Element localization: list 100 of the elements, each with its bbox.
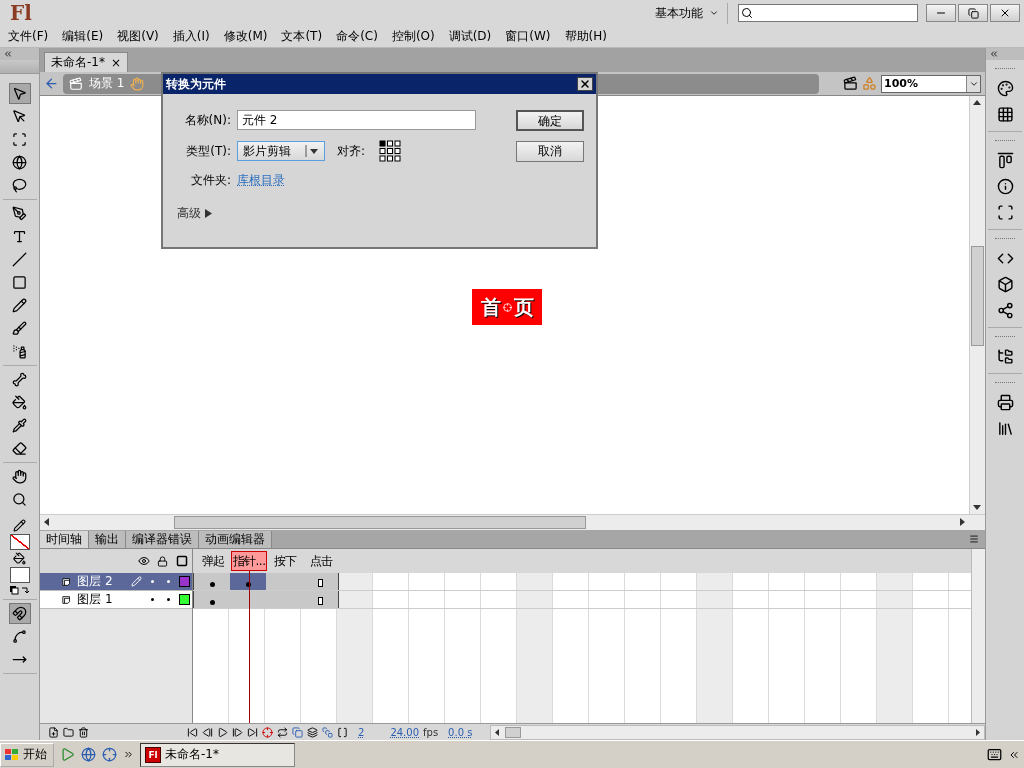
start-button[interactable]: 开始 — [0, 742, 54, 767]
panel-collapse-bar[interactable] — [986, 48, 1024, 60]
name-input[interactable]: 元件 2 — [237, 110, 476, 130]
restore-button[interactable] — [958, 4, 988, 22]
frame-cell[interactable] — [230, 573, 266, 590]
center-frame-icon[interactable] — [262, 726, 273, 738]
panel-tab[interactable]: 时间轴 — [40, 531, 89, 548]
frame-cell[interactable] — [302, 591, 338, 608]
ok-button[interactable]: 确定 — [516, 110, 584, 131]
type-dropdown[interactable]: 影片剪辑 — [237, 141, 325, 161]
tool-button[interactable] — [8, 603, 31, 624]
menu-item[interactable]: 窗口(W) — [501, 28, 561, 45]
registration-grid-icon[interactable] — [379, 140, 402, 162]
color-panel-icon[interactable] — [996, 80, 1014, 97]
scrollbar-thumb[interactable] — [505, 726, 522, 738]
horizontal-scrollbar[interactable] — [40, 514, 985, 530]
menu-item[interactable]: 调试(D) — [444, 28, 502, 45]
current-frame[interactable]: 2 — [358, 726, 365, 738]
first-frame-icon[interactable] — [187, 726, 198, 738]
components-panel-icon[interactable] — [996, 276, 1014, 293]
onion-markers-icon[interactable] — [337, 726, 348, 738]
vertical-scrollbar[interactable] — [971, 549, 985, 723]
eye-icon[interactable] — [137, 555, 150, 567]
play-icon[interactable] — [217, 726, 228, 738]
folder-icon[interactable] — [63, 726, 74, 738]
frame-rate[interactable]: 24.00 — [390, 726, 419, 738]
menu-item[interactable]: 视图(V) — [113, 28, 169, 45]
media-player-icon[interactable] — [60, 747, 75, 762]
document-title: 未命名-1* — [51, 54, 105, 71]
new-layer-icon[interactable] — [48, 726, 59, 738]
layer-color-swatch[interactable] — [178, 576, 190, 587]
app-logo: Fl — [10, 1, 32, 25]
frame-label[interactable]: 弹起 — [195, 551, 231, 571]
cancel-button[interactable]: 取消 — [516, 141, 584, 162]
tab-close[interactable]: × — [110, 55, 122, 70]
taskbar-window-button[interactable]: Fl 未命名-1* — [140, 742, 295, 767]
panel-tab[interactable]: 编译器错误 — [126, 531, 199, 548]
panel-collapse-bar[interactable] — [0, 48, 39, 60]
layer-row[interactable]: 图层 1 — [40, 591, 192, 609]
align-panel-icon[interactable] — [996, 152, 1014, 169]
menu-item[interactable]: 文本(T) — [277, 28, 333, 45]
menu-item[interactable]: 插入(I) — [168, 28, 220, 45]
books-panel-icon[interactable] — [996, 420, 1014, 437]
fill-color-swatch[interactable] — [9, 567, 30, 583]
trash-icon[interactable] — [78, 726, 89, 738]
layer-color-swatch[interactable] — [178, 594, 190, 605]
horizontal-scrollbar[interactable] — [490, 724, 985, 740]
menu-item[interactable]: 文件(F) — [4, 28, 59, 45]
zoom-dropdown[interactable]: 100% — [881, 74, 981, 93]
lock-dot[interactable] — [166, 598, 170, 601]
frame-cell[interactable] — [194, 591, 230, 608]
swap-colors-icon[interactable] — [8, 585, 31, 597]
menu-item[interactable]: 修改(M) — [219, 28, 278, 45]
more-icon[interactable] — [123, 749, 134, 760]
frame-label[interactable]: 按下 — [267, 551, 303, 571]
search-field[interactable] — [738, 4, 918, 22]
menu-item[interactable]: 帮助(H) — [560, 28, 617, 45]
browser-icon[interactable] — [81, 747, 96, 762]
info-panel-icon[interactable] — [996, 178, 1014, 195]
keyboard-icon[interactable] — [987, 747, 1002, 762]
document-tab[interactable]: 未命名-1* × — [44, 52, 129, 72]
lock-dot[interactable] — [166, 580, 170, 583]
visibility-dot[interactable] — [150, 580, 154, 583]
vertical-scrollbar[interactable] — [969, 96, 985, 514]
folder-link[interactable]: 库根目录 — [237, 172, 285, 189]
advanced-toggle[interactable]: 高级 — [177, 205, 516, 222]
lock-icon[interactable] — [157, 555, 168, 567]
transform-panel-icon[interactable] — [996, 204, 1014, 221]
last-frame-icon[interactable] — [247, 726, 258, 738]
scrollbar-thumb[interactable] — [971, 246, 984, 346]
menu-item[interactable]: 控制(O) — [387, 28, 445, 45]
visibility-dot[interactable] — [150, 598, 154, 601]
swatches-panel-icon[interactable] — [996, 106, 1014, 123]
tool-button[interactable] — [8, 83, 31, 104]
dialog-close-button[interactable] — [577, 77, 593, 91]
elapsed-time[interactable]: 0.0 s — [448, 726, 473, 738]
close-button[interactable] — [990, 4, 1020, 22]
frame-cell[interactable] — [302, 573, 338, 590]
frame-cell[interactable] — [194, 573, 230, 590]
next-frame-icon[interactable] — [232, 726, 243, 738]
frame-label[interactable]: 指针... — [231, 551, 267, 571]
panel-tab[interactable]: 输出 — [89, 531, 126, 548]
stage-graphic[interactable]: 首 页 — [472, 289, 542, 325]
layer-row[interactable]: 图层 2 — [40, 573, 192, 591]
menu-item[interactable]: 命令(C) — [332, 28, 388, 45]
panel-tab[interactable]: 动画编辑器 — [199, 531, 272, 548]
app-icon[interactable] — [102, 747, 117, 762]
frame-label[interactable]: 点击 — [303, 551, 339, 571]
minimize-button[interactable] — [926, 4, 956, 22]
panel-menu-icon[interactable] — [969, 534, 979, 544]
outline-icon[interactable] — [175, 555, 188, 567]
edit-scene-icon[interactable] — [843, 76, 858, 91]
stroke-color-swatch[interactable] — [9, 534, 30, 550]
menu-item[interactable]: 编辑(E) — [58, 28, 114, 45]
frame-cell[interactable] — [266, 573, 302, 590]
previous-frame-icon[interactable] — [202, 726, 213, 738]
scrollbar-thumb[interactable] — [174, 516, 586, 529]
workspace-menu[interactable]: 基本功能 — [647, 2, 728, 24]
onion-outline-icon[interactable] — [307, 726, 318, 738]
loop-icon[interactable] — [277, 726, 288, 738]
